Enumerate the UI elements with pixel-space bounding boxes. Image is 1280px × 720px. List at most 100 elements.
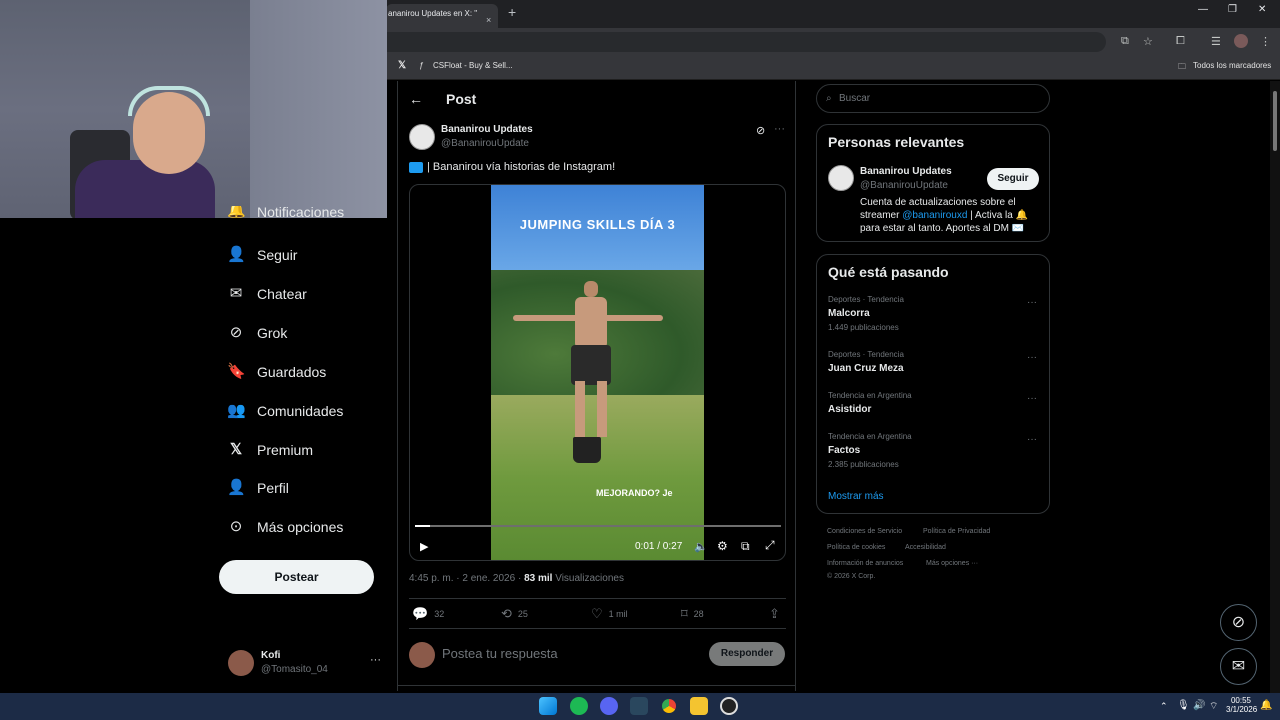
more-dots-icon[interactable]: ··· bbox=[774, 123, 785, 135]
nav-label: Comunidades bbox=[257, 403, 344, 419]
scrollbar-thumb[interactable] bbox=[1273, 91, 1277, 151]
settings-icon[interactable]: ⚙ bbox=[717, 539, 728, 553]
author-handle[interactable]: @BananirouUpdate bbox=[441, 138, 529, 149]
tab-close-icon[interactable]: × bbox=[486, 10, 491, 28]
x-logo-icon[interactable]: 𝕏 bbox=[398, 60, 406, 71]
obs-icon[interactable] bbox=[720, 697, 738, 715]
menu-dots-icon[interactable]: ⋮ bbox=[1260, 35, 1271, 48]
bio-mention-link[interactable]: @bananirouxd bbox=[902, 210, 967, 221]
heart-icon: ♡ bbox=[591, 606, 603, 621]
repost-button[interactable]: ⟲ 25 bbox=[501, 606, 528, 622]
trend-more-icon[interactable]: ··· bbox=[1027, 297, 1037, 308]
back-arrow-icon[interactable]: ← bbox=[409, 91, 423, 107]
spotify-icon[interactable] bbox=[570, 697, 588, 715]
show-more-link[interactable]: Mostrar más bbox=[828, 491, 884, 502]
author-avatar[interactable] bbox=[409, 124, 435, 150]
mail-icon: ✉ bbox=[229, 285, 243, 302]
account-more-icon[interactable]: ··· bbox=[370, 654, 381, 666]
profile-avatar[interactable] bbox=[1234, 34, 1248, 48]
nav-seguir[interactable]: 👤 Seguir bbox=[227, 244, 297, 266]
extensions-icon[interactable]: ⧠ bbox=[1176, 35, 1185, 48]
speaker-icon[interactable]: 🔊 bbox=[1193, 700, 1205, 711]
volume-icon[interactable]: 🔈 bbox=[694, 540, 708, 553]
omnibox[interactable] bbox=[386, 32, 1106, 52]
trend-item[interactable]: Tendencia en Argentina Asistidor bbox=[828, 391, 1038, 421]
nav-chatear[interactable]: ✉ Chatear bbox=[227, 283, 307, 305]
reading-list-icon[interactable]: ☰ bbox=[1211, 35, 1221, 48]
author-name[interactable]: Bananirou Updates bbox=[441, 124, 533, 135]
like-button[interactable]: ♡ 1 mil bbox=[591, 606, 628, 622]
microphone-icon[interactable]: 🎙 bbox=[1177, 700, 1190, 711]
trend-item[interactable]: Tendencia en Argentina Factos 2.385 publ… bbox=[828, 432, 1038, 472]
discord-icon[interactable] bbox=[600, 697, 618, 715]
footer-link[interactable]: Accesibilidad bbox=[905, 544, 946, 551]
bio-text: | Activa la 🔔 bbox=[967, 210, 1029, 221]
notification-bell-icon[interactable]: 🔔 bbox=[1260, 700, 1272, 711]
video-player[interactable]: JUMPING SKILLS DÍA 3 MEJORANDO? Je ▶ 0:0… bbox=[409, 184, 786, 561]
nav-premium[interactable]: 𝕏 Premium bbox=[227, 439, 313, 461]
maximize-icon[interactable]: ❐ bbox=[1228, 4, 1237, 15]
minimize-icon[interactable]: — bbox=[1198, 4, 1208, 15]
post-timestamp[interactable]: 4:45 p. m. · 2 ene. 2026 · bbox=[409, 573, 524, 584]
follow-button[interactable]: Seguir bbox=[987, 168, 1039, 190]
new-tab-button[interactable]: + bbox=[508, 4, 516, 20]
trend-more-icon[interactable]: ··· bbox=[1027, 393, 1037, 404]
relevant-handle[interactable]: @BananirouUpdate bbox=[860, 180, 948, 191]
footer-link[interactable]: Condiciones de Servicio bbox=[827, 528, 902, 535]
nav-notificaciones[interactable]: 🔔 Notificaciones bbox=[227, 206, 344, 220]
post-button[interactable]: Postear bbox=[219, 560, 374, 594]
nav-perfil[interactable]: 👤 Perfil bbox=[227, 477, 289, 499]
trend-name: Factos bbox=[828, 445, 861, 456]
trend-more-icon[interactable]: ··· bbox=[1027, 434, 1037, 445]
all-bookmarks[interactable]: Todos los marcadores bbox=[1193, 61, 1271, 70]
footer-copyright: © 2026 X Corp. bbox=[827, 573, 876, 580]
trend-more-icon[interactable]: ··· bbox=[1027, 352, 1037, 363]
clock[interactable]: 00:55 3/1/2026 bbox=[1226, 696, 1257, 714]
file-explorer-icon[interactable] bbox=[690, 697, 708, 715]
reply-submit-button[interactable]: Responder bbox=[709, 642, 785, 666]
steam-icon[interactable] bbox=[630, 697, 648, 715]
play-icon[interactable]: ▶ bbox=[420, 540, 428, 553]
trend-category: Tendencia en Argentina bbox=[828, 432, 912, 441]
fullscreen-icon[interactable]: ⤢ bbox=[765, 538, 775, 553]
browser-tab[interactable]: ananirou Updates en X: " × bbox=[386, 4, 498, 28]
search-input[interactable]: ⌕ Buscar bbox=[816, 84, 1050, 113]
cast-icon[interactable]: ⧉ bbox=[1121, 35, 1129, 48]
page-title: Post bbox=[446, 91, 477, 107]
grok-icon[interactable]: ⊘ bbox=[756, 124, 765, 137]
video-progress-track[interactable] bbox=[415, 525, 781, 527]
messages-float-button[interactable]: ✉ bbox=[1220, 648, 1257, 685]
share-button[interactable]: ⇪ bbox=[769, 606, 786, 622]
relevant-name[interactable]: Bananirou Updates bbox=[860, 166, 952, 177]
trend-item[interactable]: Deportes · Tendencia Juan Cruz Meza bbox=[828, 350, 1038, 380]
bookmark-csfloat[interactable]: CSFloat - Buy & Sell... bbox=[433, 61, 513, 70]
search-placeholder: Buscar bbox=[839, 93, 871, 104]
nav-label: Más opciones bbox=[257, 519, 344, 535]
chrome-icon[interactable] bbox=[660, 697, 678, 715]
footer-link[interactable]: Información de anuncios bbox=[827, 560, 903, 567]
windows-start-icon[interactable] bbox=[539, 697, 557, 715]
close-window-icon[interactable]: ✕ bbox=[1258, 4, 1266, 15]
wifi-icon[interactable]: ⌔ bbox=[1209, 700, 1218, 713]
video-person-shorts bbox=[571, 345, 611, 385]
nav-comunidades[interactable]: 👥 Comunidades bbox=[227, 400, 343, 422]
tray-chevron-icon[interactable]: ⌃ bbox=[1160, 701, 1168, 712]
reply-input[interactable]: Postea tu respuesta bbox=[442, 646, 558, 661]
nav-grok[interactable]: ⊘ Grok bbox=[227, 322, 288, 344]
page-scrollbar[interactable] bbox=[1270, 81, 1280, 693]
nav-guardados[interactable]: 🔖 Guardados bbox=[227, 361, 326, 383]
trend-item[interactable]: Deportes · Tendencia Malcorra 1.449 publ… bbox=[828, 295, 1038, 335]
footer-link[interactable]: Política de Privacidad bbox=[923, 528, 990, 535]
nav-mas-opciones[interactable]: ⊙ Más opciones bbox=[227, 516, 344, 538]
relevant-avatar[interactable] bbox=[828, 165, 854, 191]
account-switcher[interactable]: Kofi @Tomasito_04 ··· bbox=[226, 648, 386, 680]
relevant-bio: Cuenta de actualizaciones sobre el strea… bbox=[860, 196, 1045, 235]
footer-link[interactable]: Política de cookies bbox=[827, 544, 885, 551]
pip-icon[interactable]: ⧉ bbox=[741, 539, 750, 554]
star-icon[interactable]: ☆ bbox=[1143, 35, 1153, 48]
footer-link[interactable]: Más opciones ··· bbox=[926, 560, 978, 567]
bookmark-button[interactable]: ⌑ 28 bbox=[681, 606, 704, 622]
grok-float-button[interactable]: ⊘ bbox=[1220, 604, 1257, 641]
reply-button[interactable]: 💬 32 bbox=[412, 606, 444, 622]
bio-text: streamer bbox=[860, 210, 903, 221]
